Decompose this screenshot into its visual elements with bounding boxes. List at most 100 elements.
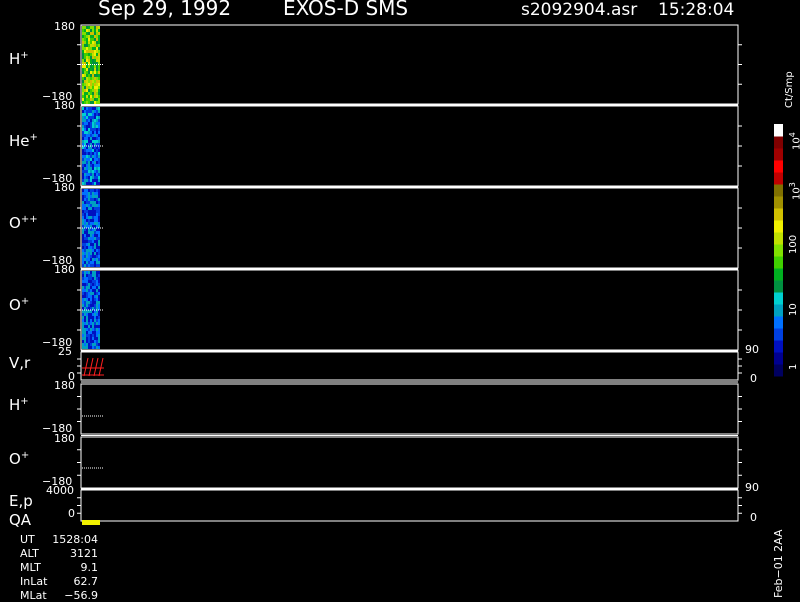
- spectrogram-cell: [98, 131, 100, 134]
- spectrogram-cell: [92, 101, 94, 104]
- spectrogram-cell: [82, 192, 84, 195]
- spectrogram-cell: [92, 155, 94, 158]
- spectrogram-cell: [96, 298, 98, 301]
- spectrogram-cell: [82, 210, 84, 213]
- spectrogram-cell: [88, 301, 90, 304]
- spectrogram-cell: [94, 246, 96, 249]
- spectrogram-cell: [90, 92, 92, 95]
- spectrogram-cell: [94, 340, 96, 343]
- spectrogram-cell: [86, 340, 88, 343]
- spectrogram-cell: [90, 173, 92, 176]
- spectrogram-cell: [86, 140, 88, 143]
- spectrogram-cell: [90, 207, 92, 210]
- spectrogram-cell: [86, 325, 88, 328]
- spectrogram-cell: [88, 337, 90, 340]
- spectrogram-cell: [90, 182, 92, 185]
- spectrogram-cell: [94, 176, 96, 179]
- spectrogram-cell: [96, 304, 98, 307]
- spectrogram-cell: [88, 316, 90, 319]
- spectrogram-cell: [92, 246, 94, 249]
- spectrogram-cell: [98, 41, 100, 44]
- spectrogram-cell: [92, 210, 94, 213]
- spectrogram-cell: [92, 38, 94, 41]
- velocity-mark: [98, 357, 104, 377]
- spectrogram-cell: [98, 152, 100, 155]
- spectrogram-cell: [92, 195, 94, 198]
- spectrogram-cell: [84, 56, 86, 59]
- spectrogram-cell: [88, 137, 90, 140]
- colorbar-swatch: [774, 244, 783, 257]
- spectrogram-cell: [82, 56, 84, 59]
- spectrogram-cell: [92, 207, 94, 210]
- spectrogram-cell: [82, 131, 84, 134]
- panel-frame: [80, 187, 739, 269]
- spectrogram-cell: [96, 219, 98, 222]
- spectrogram-cell: [94, 98, 96, 101]
- spectrogram-cell: [96, 56, 98, 59]
- spectrogram-cell: [94, 173, 96, 176]
- spectrogram-cell: [86, 237, 88, 240]
- spectrogram-cell: [98, 35, 100, 38]
- spectrogram-cell: [82, 316, 84, 319]
- colorbar-swatch: [774, 232, 783, 245]
- spectrogram-cell: [96, 195, 98, 198]
- spectrogram-cell: [86, 289, 88, 292]
- spectrogram-cell: [88, 77, 90, 80]
- spectrogram-cell: [92, 95, 94, 98]
- spectrogram-cell: [92, 322, 94, 325]
- spectrogram-cell: [88, 192, 90, 195]
- spectrogram-cell: [86, 210, 88, 213]
- spectrogram-cell: [82, 125, 84, 128]
- spectrogram-cell: [90, 77, 92, 80]
- spectrogram-cell: [88, 131, 90, 134]
- spectrogram-cell: [96, 240, 98, 243]
- spectrogram-cell: [92, 119, 94, 122]
- spectrogram-cell: [96, 119, 98, 122]
- spectrogram-cell: [84, 280, 86, 283]
- colorbar-swatch: [774, 292, 783, 305]
- spectrogram-cell: [98, 89, 100, 92]
- spectrogram-cell: [92, 170, 94, 173]
- spectrogram-cell: [92, 231, 94, 234]
- spectrogram-cell: [84, 176, 86, 179]
- spectrogram-cell: [88, 198, 90, 201]
- panel-label-h-plus-2: H+: [9, 396, 29, 414]
- spectrogram-cell: [88, 243, 90, 246]
- spectrogram-cell: [86, 47, 88, 50]
- spectrogram-cell: [94, 101, 96, 104]
- spectrogram-cell: [82, 207, 84, 210]
- spectrogram-cell: [96, 246, 98, 249]
- info-value: 3121: [70, 547, 98, 560]
- spectrogram-cell: [96, 319, 98, 322]
- spectrogram-cell: [96, 280, 98, 283]
- spectrogram-cell: [98, 176, 100, 179]
- spectrogram-cell: [88, 167, 90, 170]
- spectrogram-cell: [94, 258, 96, 261]
- spectrogram-cell: [98, 80, 100, 83]
- spectrogram-cell: [98, 50, 100, 53]
- spectrogram-cell: [90, 298, 92, 301]
- spectrogram-cell: [86, 95, 88, 98]
- spectrogram-cell: [82, 128, 84, 131]
- spectrogram-cell: [88, 277, 90, 280]
- spectrogram-cell: [86, 198, 88, 201]
- spectrogram-cell: [98, 210, 100, 213]
- spectrogram-cell: [82, 161, 84, 164]
- spectrogram-cell: [84, 274, 86, 277]
- spectrogram-cell: [84, 258, 86, 261]
- y-top-label: 180: [54, 379, 75, 392]
- spectrogram-cell: [92, 249, 94, 252]
- spectrogram-cell: [82, 158, 84, 161]
- spectrogram-cell: [92, 29, 94, 32]
- spectrogram-cell: [86, 255, 88, 258]
- spectrogram-cell: [82, 189, 84, 192]
- spectrogram-cell: [92, 116, 94, 119]
- spectrogram-cell: [96, 343, 98, 346]
- spectrogram-cell: [88, 346, 90, 349]
- spectrogram-cell: [88, 47, 90, 50]
- spectrogram-cell: [96, 301, 98, 304]
- spectrogram-cell: [84, 334, 86, 337]
- spectrogram-cell: [88, 53, 90, 56]
- spectrogram-cell: [82, 313, 84, 316]
- spectrogram-cell: [90, 29, 92, 32]
